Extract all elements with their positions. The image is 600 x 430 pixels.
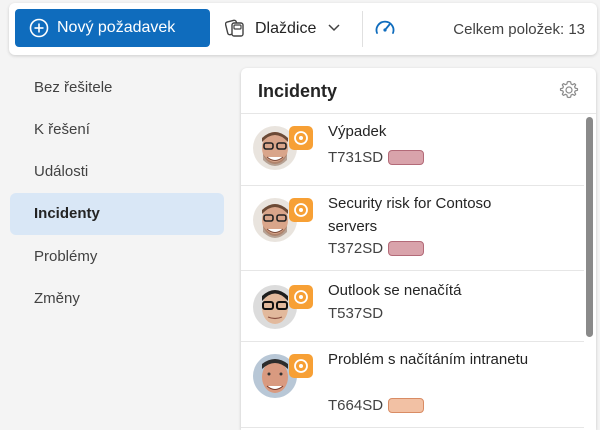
list-item[interactable]: Problém s načítáním intranetu T664SD [241, 342, 584, 428]
new-request-label: Nový požadavek [57, 19, 176, 36]
item-id: T664SD [328, 397, 384, 414]
status-badge [388, 150, 424, 165]
panel-title: Incidenty [258, 81, 338, 101]
item-title: Výpadek [328, 123, 387, 140]
sidebar-item-changes[interactable]: Změny [10, 278, 224, 320]
list-item[interactable]: Outlook se nenačítá T537SD [241, 271, 584, 342]
item-title: Problém s načítáním intranetu [328, 351, 529, 368]
sidebar-item-to-resolve[interactable]: K řešení [10, 109, 224, 151]
view-label: Dlaždice [255, 20, 317, 37]
chevron-down-icon [328, 24, 340, 32]
gauge-icon [375, 20, 395, 34]
dashboard-button[interactable] [367, 11, 403, 47]
toolbar: Nový požadavek Dlaždice Celkem položek: … [9, 3, 597, 55]
tiles-icon [225, 19, 244, 37]
ticket-badge-icon [289, 126, 313, 150]
incidents-panel: Incidenty Výpadek T731SD Security risk f… [241, 68, 596, 430]
sidebar-item-label: Incidenty [34, 205, 100, 222]
plus-circle-icon [29, 18, 49, 38]
sidebar-item-label: Změny [34, 290, 80, 307]
status-badge [388, 398, 424, 413]
sidebar-item-unassigned[interactable]: Bez řešitele [10, 67, 224, 109]
sidebar-item-problems[interactable]: Problémy [10, 236, 224, 278]
item-id: T537SD [328, 305, 384, 322]
item-id: T731SD [328, 149, 384, 166]
item-title: Security risk for Contoso servers [328, 195, 492, 235]
list-item[interactable]: Security risk for Contoso servers T372SD [241, 186, 584, 271]
sidebar-item-events[interactable]: Události [10, 151, 224, 193]
list-scrollbar[interactable] [586, 117, 593, 337]
sidebar-item-incidents[interactable]: Incidenty [10, 193, 224, 235]
sidebar-item-label: K řešení [34, 121, 90, 138]
sidebar-item-label: Bez řešitele [34, 79, 113, 96]
toolbar-divider [362, 11, 363, 47]
item-title: Outlook se nenačítá [328, 282, 462, 299]
item-id: T372SD [328, 240, 384, 257]
total-items-count: Celkem položek: 13 [453, 21, 585, 38]
ticket-badge-icon [289, 354, 313, 378]
list-item[interactable]: Výpadek T731SD [241, 114, 584, 186]
ticket-badge-icon [289, 285, 313, 309]
status-badge [388, 241, 424, 256]
view-switch-button[interactable]: Dlaždice [217, 9, 353, 47]
sidebar-item-label: Problémy [34, 248, 98, 265]
new-request-button[interactable]: Nový požadavek [15, 9, 210, 47]
ticket-badge-icon [289, 198, 313, 222]
sidebar-item-label: Události [34, 163, 89, 180]
gear-icon[interactable] [558, 79, 580, 101]
